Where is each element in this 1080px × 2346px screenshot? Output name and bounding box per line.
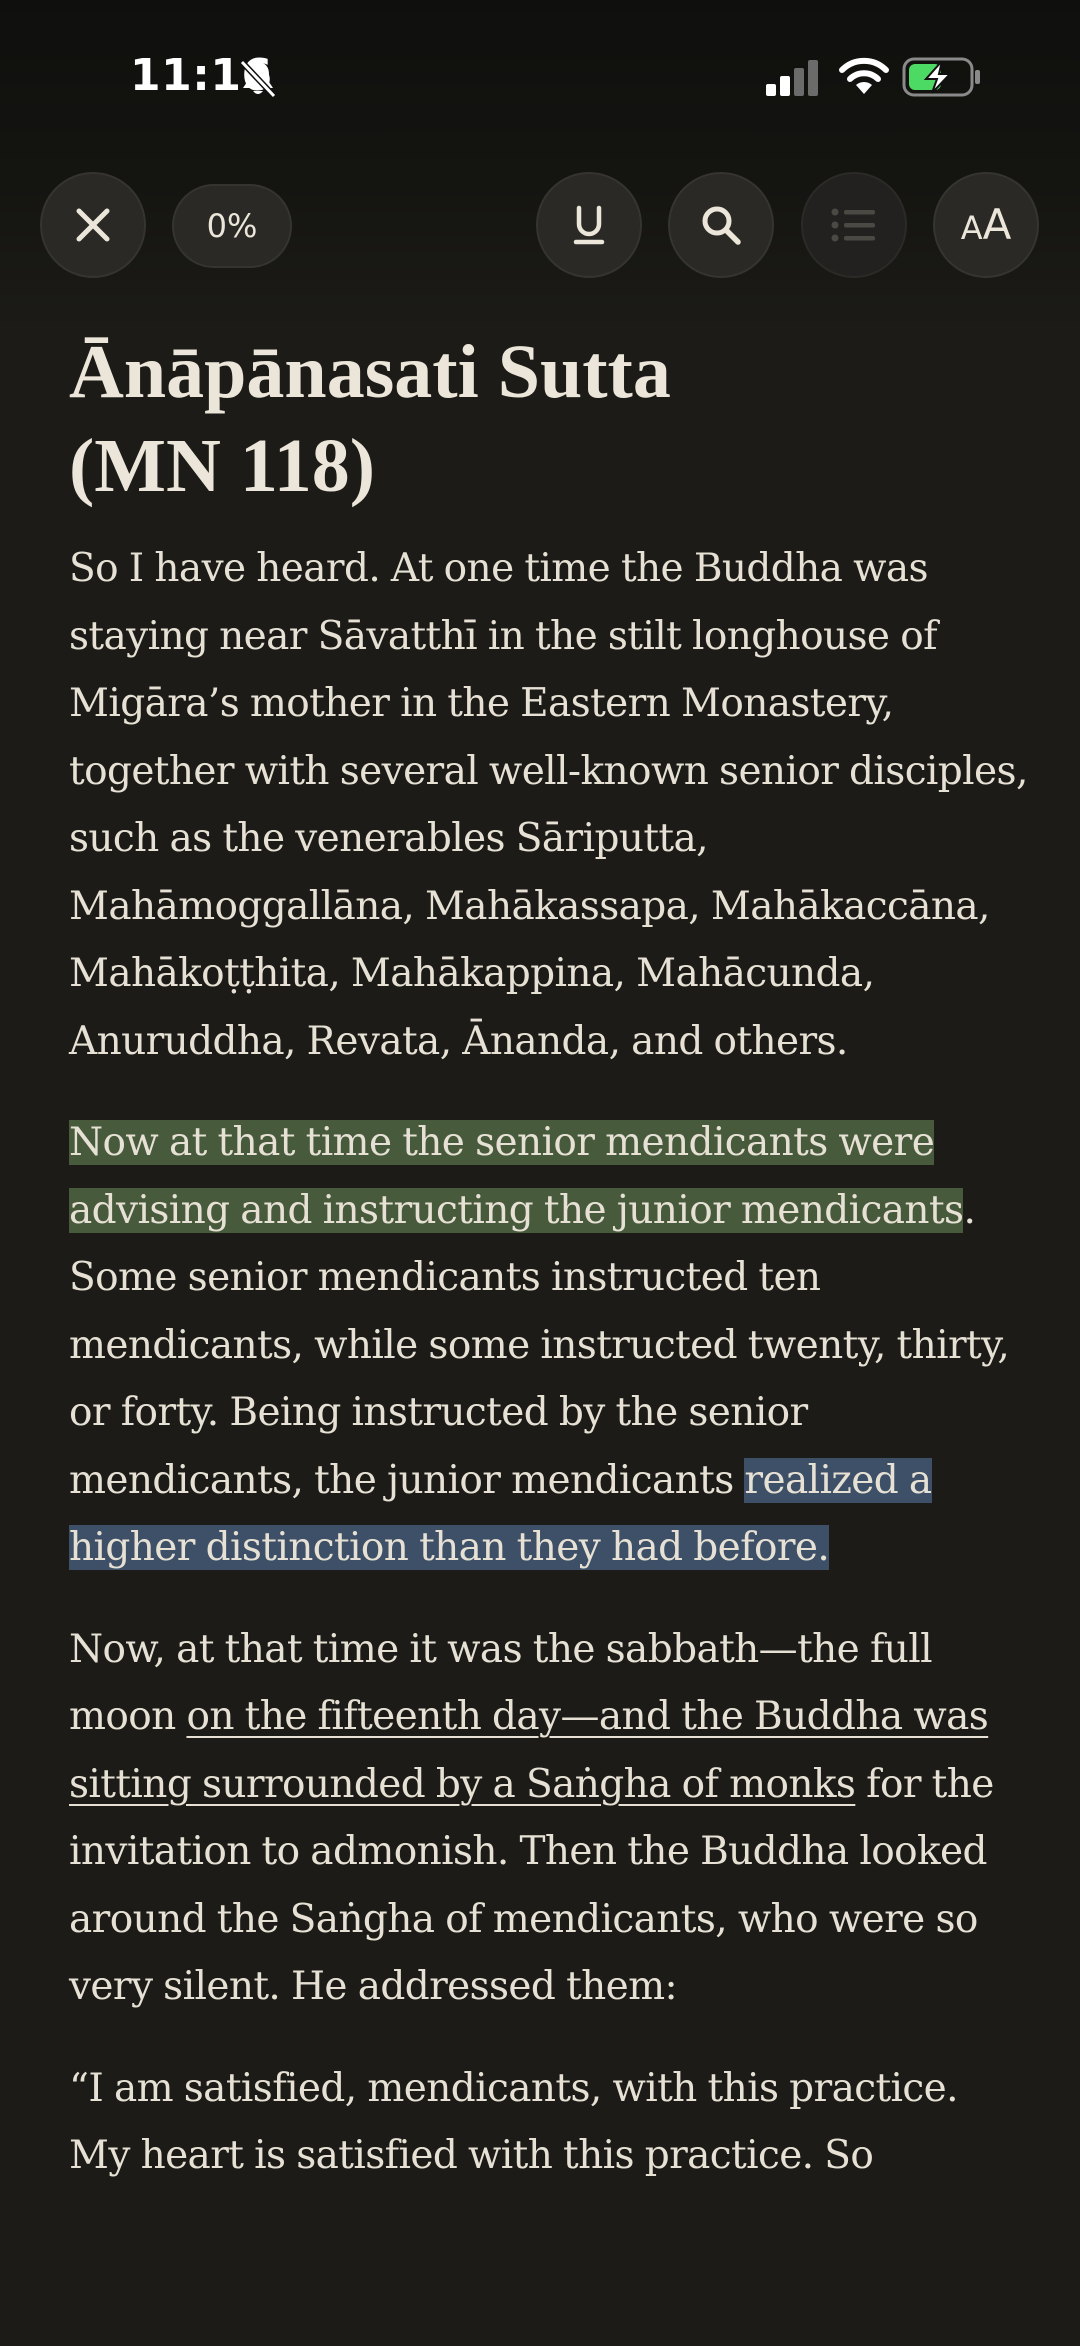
text-size-button[interactable]: AA xyxy=(933,172,1039,278)
title-line-1: Ānāpānasati Sutta xyxy=(69,330,671,414)
text-size-icon: AA xyxy=(960,200,1012,249)
reader-toolbar: 0% AA xyxy=(0,170,1080,280)
paragraph-4: “I am satisfied, mendicants, with this p… xyxy=(69,2065,959,2179)
close-button[interactable] xyxy=(40,172,146,278)
status-bar: 11:16 xyxy=(0,0,1080,150)
cellular-signal-icon xyxy=(766,60,818,96)
article: Ānāpānasati Sutta (MN 118) So I have hea… xyxy=(69,325,1029,2190)
paragraph-3: Now, at that time it was the sabbath—the… xyxy=(69,1616,1029,2021)
title-line-2: (MN 118) xyxy=(69,424,376,508)
underlined-passage[interactable]: on the fifteenth day—and the Buddha was … xyxy=(69,1694,989,1807)
progress-label: 0% xyxy=(206,207,258,245)
contents-button[interactable] xyxy=(801,172,907,278)
article-title: Ānāpānasati Sutta (MN 118) xyxy=(69,325,1029,513)
list-icon xyxy=(831,208,875,242)
battery-charging-icon xyxy=(902,57,980,97)
search-button[interactable] xyxy=(668,172,774,278)
paragraph-2: Now at that time the senior mendicants w… xyxy=(69,1109,1029,1582)
search-icon xyxy=(702,206,741,245)
underline-button[interactable] xyxy=(536,172,642,278)
green-highlight[interactable]: Now at that time the senior mendicants w… xyxy=(69,1120,964,1233)
paragraph-1: So I have heard. At one time the Buddha … xyxy=(69,546,1028,1064)
bell-slash-icon xyxy=(239,59,277,99)
close-icon xyxy=(76,208,110,242)
paragraph-2-text: . Some senior mendicants instructed ten … xyxy=(69,1187,1010,1503)
wifi-icon xyxy=(839,57,889,94)
progress-indicator[interactable]: 0% xyxy=(172,184,292,268)
underline-icon xyxy=(573,205,605,245)
